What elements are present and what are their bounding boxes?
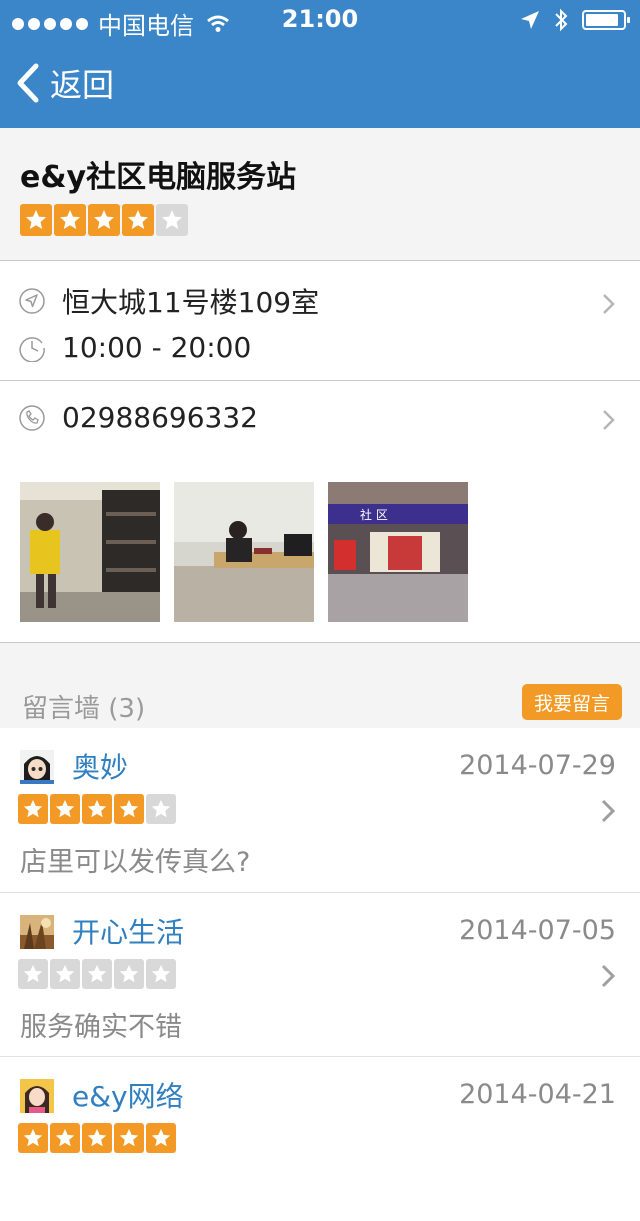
comment-username[interactable]: 开心生活	[72, 911, 184, 951]
star-filled-icon	[50, 1123, 80, 1153]
avatar	[20, 1079, 54, 1113]
star-empty-icon	[50, 959, 80, 989]
address-row[interactable]: 恒大城11号楼109室 10:00 - 20:00	[0, 261, 640, 380]
avatar	[20, 915, 54, 949]
chevron-left-icon	[17, 63, 39, 103]
comment-username[interactable]: e&y网络	[72, 1075, 184, 1115]
status-bar: 中国电信 21:00	[0, 0, 640, 40]
nav-header: 中国电信 21:00 返回	[0, 0, 640, 128]
star-filled-icon	[54, 204, 86, 236]
star-filled-icon	[82, 794, 112, 824]
comment-text: 服务确实不错	[20, 1012, 182, 1043]
star-empty-icon	[82, 959, 112, 989]
leave-message-button[interactable]: 我要留言	[522, 684, 622, 720]
clock-icon	[19, 336, 45, 362]
store-address: 恒大城11号楼109室	[62, 286, 320, 319]
photo-strip: 社 区	[0, 460, 640, 642]
location-arrow-icon	[521, 11, 539, 29]
shop-storefront-photo[interactable]: 社 区	[328, 482, 468, 622]
star-empty-icon	[156, 204, 188, 236]
star-filled-icon	[122, 204, 154, 236]
chevron-right-icon	[603, 294, 615, 314]
star-filled-icon	[114, 794, 144, 824]
bluetooth-icon	[555, 8, 568, 32]
star-filled-icon	[20, 204, 52, 236]
store-name: e&y社区电脑服务站	[20, 160, 297, 195]
comment-text: 店里可以发传真么?	[20, 847, 251, 878]
message-wall-title: 留言墙 (3)	[22, 694, 146, 724]
comment-date: 2014-07-29	[459, 750, 616, 781]
back-button[interactable]: 返回	[16, 60, 114, 106]
comment-date: 2014-04-21	[459, 1079, 616, 1110]
comment-rating	[18, 959, 176, 989]
store-rating	[20, 204, 188, 236]
phone-icon	[19, 404, 45, 431]
star-filled-icon	[88, 204, 120, 236]
star-filled-icon	[146, 1123, 176, 1153]
shop-interior-photo-1[interactable]	[20, 482, 160, 622]
star-filled-icon	[50, 794, 80, 824]
star-filled-icon	[114, 1123, 144, 1153]
star-empty-icon	[146, 959, 176, 989]
comment-item[interactable]: e&y网络 2014-04-21	[0, 1057, 640, 1221]
star-filled-icon	[18, 794, 48, 824]
comment-username[interactable]: 奥妙	[72, 746, 128, 786]
comment-date: 2014-07-05	[459, 915, 616, 946]
phone-row[interactable]: 02988696332	[0, 381, 640, 460]
star-filled-icon	[18, 1123, 48, 1153]
star-empty-icon	[146, 794, 176, 824]
svg-text:社 区: 社 区	[360, 507, 388, 522]
star-empty-icon	[114, 959, 144, 989]
divider	[0, 642, 640, 643]
avatar	[20, 750, 54, 784]
shop-interior-photo-2[interactable]	[174, 482, 314, 622]
chevron-right-icon	[601, 964, 616, 988]
chevron-right-icon	[603, 410, 615, 430]
back-label: 返回	[50, 66, 115, 104]
star-filled-icon	[82, 1123, 112, 1153]
store-hours: 10:00 - 20:00	[62, 331, 252, 364]
store-phone: 02988696332	[62, 401, 258, 434]
comment-item[interactable]: 开心生活 2014-07-05 服务确实不错	[0, 893, 640, 1057]
battery-icon	[582, 10, 630, 30]
comment-rating	[18, 1123, 176, 1153]
store-summary: e&y社区电脑服务站	[0, 128, 640, 260]
chevron-right-icon	[601, 799, 616, 823]
comment-rating	[18, 794, 176, 824]
comment-item[interactable]: 奥妙 2014-07-29 店里可以发传真么?	[0, 728, 640, 892]
location-icon	[19, 288, 45, 314]
star-empty-icon	[18, 959, 48, 989]
